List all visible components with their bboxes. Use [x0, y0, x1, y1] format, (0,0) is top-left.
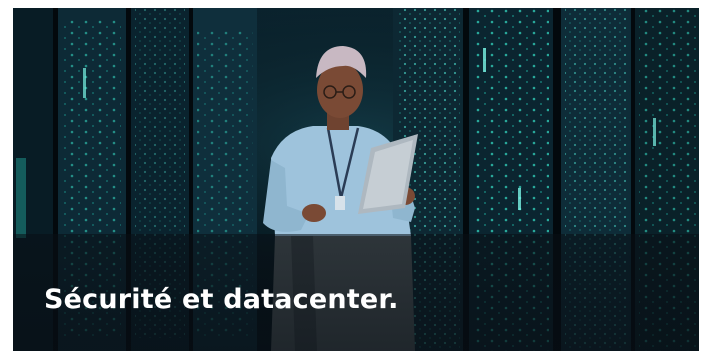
hero-banner[interactable]: Sécurité et datacenter.: [13, 8, 699, 351]
banner-title: Sécurité et datacenter.: [44, 284, 399, 315]
